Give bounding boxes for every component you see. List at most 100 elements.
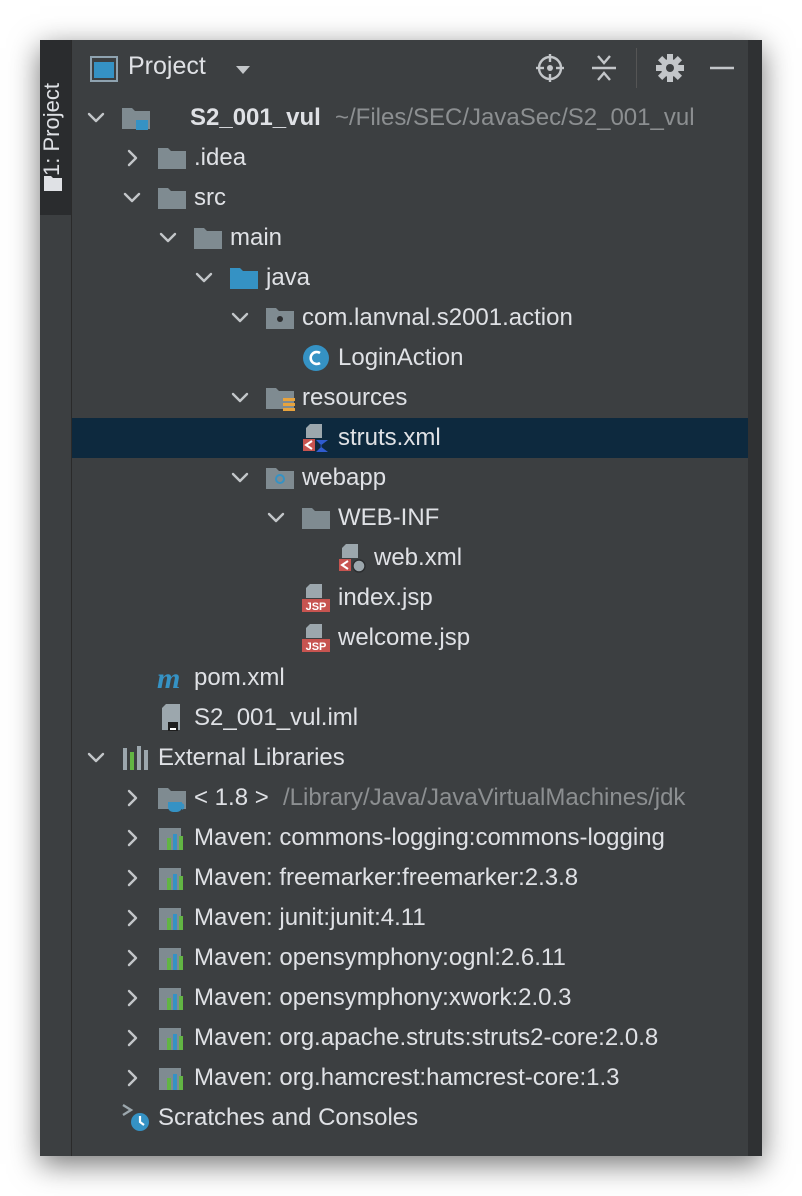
jdk-icon: [156, 782, 188, 814]
tree-row[interactable]: Maven: opensymphony:xwork:2.0.3: [72, 978, 748, 1018]
expanded-arrow-icon[interactable]: [120, 186, 144, 210]
source-folder-icon: [228, 262, 260, 294]
tree-row[interactable]: web.xml: [72, 538, 748, 578]
tree-row[interactable]: src: [72, 178, 748, 218]
svg-text:JSP: JSP: [306, 601, 327, 613]
tree-row[interactable]: main: [72, 218, 748, 258]
svg-text:JSP: JSP: [306, 641, 327, 653]
tree-row[interactable]: .idea: [72, 138, 748, 178]
tree-item-label: S2_001_vul: [190, 104, 321, 131]
project-stripe-tab[interactable]: 1: Project: [40, 40, 71, 215]
window-edge: [748, 40, 762, 1156]
expanded-arrow-icon[interactable]: [192, 266, 216, 290]
tree-item-label: Maven: org.apache.struts:struts2-core:2.…: [194, 1024, 659, 1051]
tree-row[interactable]: Maven: org.hamcrest:hamcrest-core:1.3: [72, 1058, 748, 1098]
expanded-arrow-icon[interactable]: [84, 746, 108, 770]
library-icon: [156, 862, 188, 894]
tree-row[interactable]: WEB-INF: [72, 498, 748, 538]
tree-row[interactable]: External Libraries: [72, 738, 748, 778]
tree-item-label: main: [230, 224, 283, 251]
collapse-all-icon[interactable]: [588, 52, 620, 84]
collapsed-arrow-icon[interactable]: [120, 946, 144, 970]
tree-item-label: Maven: opensymphony:xwork:2.0.3: [194, 984, 572, 1011]
collapsed-arrow-icon[interactable]: [120, 866, 144, 890]
expanded-arrow-icon[interactable]: [228, 386, 252, 410]
tree-item-label: src: [194, 184, 226, 211]
tree-row[interactable]: struts.xml: [72, 418, 748, 458]
tree-row[interactable]: Maven: commons-logging:commons-logging: [72, 818, 748, 858]
collapsed-arrow-icon[interactable]: [120, 146, 144, 170]
svg-text:m: m: [157, 662, 180, 694]
folder-stripe-icon: [44, 176, 62, 191]
package-icon: [264, 302, 296, 334]
panel-title[interactable]: Project: [128, 52, 206, 81]
tree-row[interactable]: S2_001_vul.iml: [72, 698, 748, 738]
project-tree: S2_001_vul ~/Files/SEC/JavaSec/S2_001_vul…: [72, 98, 748, 1156]
java-class-icon: [300, 342, 332, 374]
scratches-icon: [120, 1102, 152, 1134]
expanded-arrow-icon[interactable]: [84, 106, 108, 130]
expanded-arrow-icon[interactable]: [228, 466, 252, 490]
chevron-down-icon[interactable]: [234, 64, 252, 76]
collapsed-arrow-icon[interactable]: [120, 826, 144, 850]
tree-item-path: /Library/Java/JavaVirtualMachines/jdk: [283, 784, 686, 811]
struts-xml-icon: [300, 422, 332, 454]
tree-row[interactable]: JSP welcome.jsp: [72, 618, 748, 658]
library-icon: [156, 942, 188, 974]
tree-row[interactable]: java: [72, 258, 748, 298]
tree-item-label: resources: [302, 384, 408, 411]
jsp-file-icon: JSP: [300, 622, 332, 654]
collapsed-arrow-icon[interactable]: [120, 986, 144, 1010]
expanded-arrow-icon[interactable]: [264, 506, 288, 530]
tree-row[interactable]: Scratches and Consoles: [72, 1098, 748, 1138]
project-panel: Project S2_001_vul ~/Files/SEC/JavaSec/S…: [72, 40, 748, 1156]
tree-row[interactable]: < 1.8 > /Library/Java/JavaVirtualMachines…: [72, 778, 748, 818]
web-xml-icon: [336, 542, 368, 574]
web-folder-icon: [264, 462, 296, 494]
tree-item-label: welcome.jsp: [338, 624, 471, 651]
library-icon: [156, 1062, 188, 1094]
tree-item-label: LoginAction: [338, 344, 464, 371]
collapsed-arrow-icon[interactable]: [120, 786, 144, 810]
tree-item-label: .idea: [194, 144, 247, 171]
tree-row[interactable]: JSP index.jsp: [72, 578, 748, 618]
library-icon: [156, 822, 188, 854]
tree-item-label: S2_001_vul.iml: [194, 704, 359, 731]
tree-item-label: com.lanvnal.s2001.action: [302, 304, 573, 331]
expanded-arrow-icon[interactable]: [228, 306, 252, 330]
libraries-icon: [120, 742, 152, 774]
tree-row[interactable]: m pom.xml: [72, 658, 748, 698]
project-tool-window: 1: Project Project S2_001_vul ~/Files/SE…: [40, 40, 762, 1156]
tree-item-label: External Libraries: [158, 744, 345, 771]
tree-row[interactable]: Maven: junit:junit:4.11: [72, 898, 748, 938]
tree-item-label: Maven: commons-logging:commons-logging: [194, 824, 665, 851]
tree-item-path: ~/Files/SEC/JavaSec/S2_001_vul: [335, 104, 695, 131]
collapsed-arrow-icon[interactable]: [120, 1026, 144, 1050]
folder-icon: [156, 142, 188, 174]
locate-icon[interactable]: [534, 52, 566, 84]
tree-row[interactable]: Maven: org.apache.struts:struts2-core:2.…: [72, 1018, 748, 1058]
settings-gear-icon[interactable]: [654, 52, 686, 84]
tree-row[interactable]: webapp: [72, 458, 748, 498]
tree-item-label: pom.xml: [194, 664, 285, 691]
tree-row[interactable]: com.lanvnal.s2001.action: [72, 298, 748, 338]
tree-row[interactable]: LoginAction: [72, 338, 748, 378]
tree-row[interactable]: S2_001_vul ~/Files/SEC/JavaSec/S2_001_vul: [72, 98, 748, 138]
folder-icon: [156, 182, 188, 214]
tree-item-label: Maven: junit:junit:4.11: [194, 904, 426, 931]
minimize-icon[interactable]: [706, 52, 738, 84]
tool-window-stripe: 1: Project: [40, 40, 72, 1156]
collapsed-arrow-icon[interactable]: [120, 906, 144, 930]
panel-header: Project: [72, 40, 748, 96]
collapsed-arrow-icon[interactable]: [120, 1066, 144, 1090]
expanded-arrow-icon[interactable]: [156, 226, 180, 250]
tree-row[interactable]: Maven: freemarker:freemarker:2.3.8: [72, 858, 748, 898]
header-separator: [636, 48, 637, 88]
tree-item-label: web.xml: [374, 544, 463, 571]
tree-row[interactable]: resources: [72, 378, 748, 418]
module-folder-icon: [120, 102, 152, 134]
maven-icon: m: [156, 662, 188, 695]
tree-item-label: Scratches and Consoles: [158, 1104, 419, 1131]
folder-icon: [300, 502, 332, 534]
tree-row[interactable]: Maven: opensymphony:ognl:2.6.11: [72, 938, 748, 978]
